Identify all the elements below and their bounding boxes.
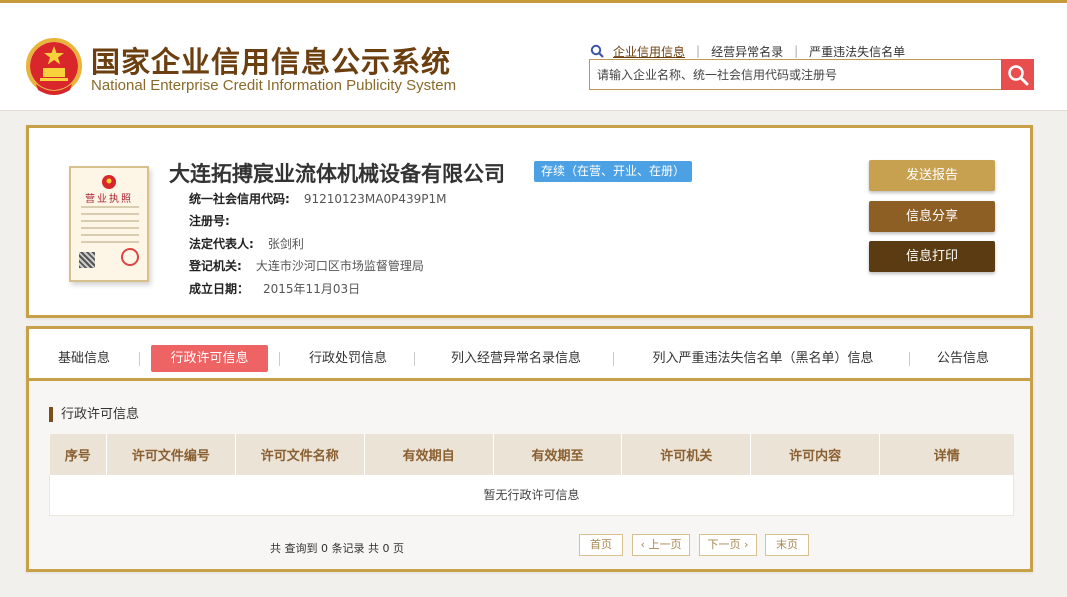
col-header: 详情	[879, 434, 1014, 475]
empty-message: 暂无行政许可信息	[49, 475, 1014, 516]
col-header: 有效期至	[493, 434, 623, 475]
link-enterprise-credit[interactable]: 企业信用信息	[613, 43, 685, 60]
field-label: 法定代表人:	[189, 237, 254, 251]
link-divider: |	[794, 44, 799, 58]
field-value: 张剑利	[267, 237, 304, 251]
col-header: 序号	[49, 434, 107, 475]
link-blacklist[interactable]: 严重违法失信名单	[809, 43, 905, 60]
field-label: 统一社会信用代码:	[189, 192, 290, 206]
tab-blacklist[interactable]: 列入严重违法失信名单（黑名单）信息	[631, 345, 895, 372]
tab-divider	[139, 352, 140, 366]
tab-announcements[interactable]: 公告信息	[926, 345, 1000, 372]
company-name: 大连拓搏宸业流体机械设备有限公司	[169, 162, 505, 186]
license-title: 营业执照	[85, 194, 133, 205]
field-label: 注册号:	[189, 214, 230, 228]
table-row: 暂无行政许可信息	[49, 475, 1014, 516]
search-input[interactable]	[590, 60, 1002, 89]
section-title: 行政许可信息	[49, 407, 139, 422]
share-info-button[interactable]: 信息分享	[869, 201, 995, 232]
company-card: 营业执照 大连拓搏宸业流体机械设备有限公司 存续（在营、开业、在册） 统一社会信…	[26, 125, 1033, 318]
field-establishment-date: 成立日期： 2015年11月03日	[189, 280, 360, 297]
chevron-right-icon: ›	[740, 538, 749, 551]
table-header-row: 序号 许可文件编号 许可文件名称 有效期自 有效期至 许可机关 许可内容 详情	[49, 434, 1014, 475]
prev-page-button[interactable]: ‹ 上一页	[632, 534, 690, 556]
link-abnormal-list[interactable]: 经营异常名录	[711, 43, 783, 60]
last-page-button[interactable]: 末页	[765, 534, 809, 556]
tab-basic-info[interactable]: 基础信息	[47, 345, 121, 372]
top-links: 企业信用信息 | 经营异常名录 | 严重违法失信名单	[590, 42, 905, 60]
next-page-button[interactable]: 下一页 ›	[699, 534, 757, 556]
seal-icon	[121, 248, 139, 266]
status-badge: 存续（在营、开业、在册）	[534, 161, 693, 182]
search-box	[589, 59, 1002, 90]
search-icon	[590, 44, 604, 58]
field-label: 登记机关:	[189, 259, 242, 273]
national-emblem-icon	[26, 38, 82, 95]
col-header: 许可机关	[621, 434, 752, 475]
field-value: 2015年11月03日	[263, 282, 361, 296]
tab-bar: 基础信息 行政许可信息 行政处罚信息 列入经营异常名录信息 列入严重违法失信名单…	[29, 329, 1030, 381]
field-credit-code: 统一社会信用代码: 91210123MA0P439P1M	[189, 190, 446, 207]
tab-divider	[414, 352, 415, 366]
site-header: 国家企业信用信息公示系统 National Enterprise Credit …	[0, 3, 1067, 111]
tab-abnormal-list[interactable]: 列入经营异常名录信息	[433, 345, 599, 372]
field-registration-authority: 登记机关: 大连市沙河口区市场监督管理局	[189, 257, 424, 274]
search-button[interactable]	[1001, 59, 1034, 90]
send-report-button[interactable]: 发送报告	[869, 160, 995, 191]
pager-summary: 共 查询到 0 条记录 共 0 页	[270, 542, 404, 555]
field-registration-number: 注册号:	[189, 212, 244, 229]
col-header: 许可内容	[750, 434, 881, 475]
magnifier-icon	[1007, 64, 1028, 85]
field-value: 大连市沙河口区市场监督管理局	[255, 259, 424, 273]
link-divider: |	[696, 44, 701, 58]
print-info-button[interactable]: 信息打印	[869, 241, 995, 272]
info-panel: 基础信息 行政许可信息 行政处罚信息 列入经营异常名录信息 列入严重违法失信名单…	[26, 326, 1033, 572]
business-license-image: 营业执照	[69, 166, 149, 282]
site-title: 国家企业信用信息公示系统	[91, 45, 452, 79]
license-emblem-icon	[102, 175, 116, 189]
col-header: 有效期自	[364, 434, 494, 475]
site-subtitle: National Enterprise Credit Information P…	[91, 77, 457, 94]
col-header: 许可文件编号	[106, 434, 236, 475]
tab-admin-penalty[interactable]: 行政处罚信息	[295, 345, 401, 372]
first-page-button[interactable]: 首页	[579, 534, 623, 556]
field-label: 成立日期：	[189, 282, 250, 296]
tab-divider	[279, 352, 280, 366]
field-value: 91210123MA0P439P1M	[303, 192, 447, 206]
license-text-lines	[81, 206, 139, 248]
col-header: 许可文件名称	[235, 434, 365, 475]
tab-divider	[613, 352, 614, 366]
next-page-label: 下一页	[707, 538, 741, 551]
qr-code-icon	[79, 252, 95, 268]
field-legal-representative: 法定代表人: 张剑利	[189, 235, 304, 252]
license-table: 序号 许可文件编号 许可文件名称 有效期自 有效期至 许可机关 许可内容 详情 …	[49, 434, 1014, 516]
tab-divider	[909, 352, 910, 366]
prev-page-label: 上一页	[648, 538, 682, 551]
tab-admin-license[interactable]: 行政许可信息	[151, 345, 268, 372]
